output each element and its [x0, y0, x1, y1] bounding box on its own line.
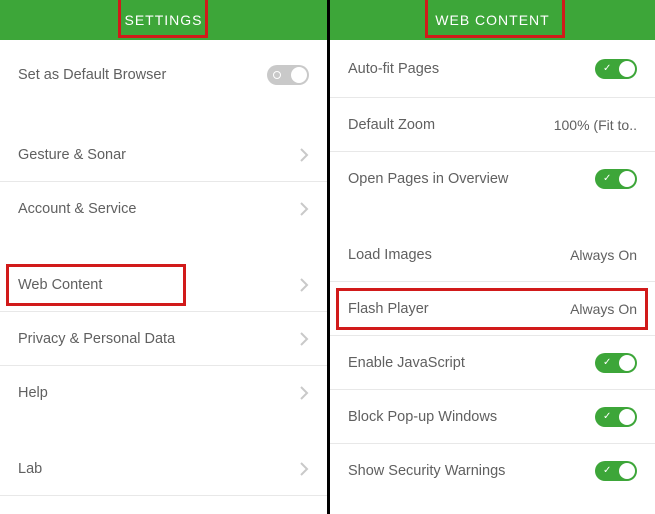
chevron-right-icon [299, 331, 309, 347]
row-load-images[interactable]: Load Images Always On [330, 228, 655, 282]
label-load-images: Load Images [348, 247, 432, 263]
toggle-knob [619, 355, 635, 371]
row-block-popups[interactable]: Block Pop-up Windows ✓ [330, 390, 655, 444]
check-icon: ✓ [603, 466, 611, 476]
label-account-service: Account & Service [18, 201, 136, 217]
row-web-content[interactable]: Web Content [0, 258, 327, 312]
label-web-content: Web Content [18, 277, 102, 293]
label-security-warnings: Show Security Warnings [348, 463, 505, 479]
chevron-right-icon [299, 147, 309, 163]
label-autofit: Auto-fit Pages [348, 61, 439, 77]
toggle-knob [619, 171, 635, 187]
settings-header: SETTINGS [0, 0, 327, 40]
row-account-service[interactable]: Account & Service [0, 182, 327, 236]
chevron-right-icon [299, 385, 309, 401]
row-lab[interactable]: Lab [0, 442, 327, 496]
toggle-knob [619, 409, 635, 425]
toggle-knob [619, 61, 635, 77]
check-icon: ✓ [603, 64, 611, 74]
label-enable-js: Enable JavaScript [348, 355, 465, 371]
check-icon: ✓ [603, 174, 611, 184]
row-flash-player[interactable]: Flash Player Always On [330, 282, 655, 336]
label-default-browser: Set as Default Browser [18, 67, 166, 83]
settings-pane: SETTINGS Set as Default Browser Gesture … [0, 0, 327, 514]
label-lab: Lab [18, 461, 42, 477]
label-open-overview: Open Pages in Overview [348, 171, 508, 187]
chevron-right-icon [299, 461, 309, 477]
settings-title: SETTINGS [124, 12, 202, 28]
dual-screenshot: SETTINGS Set as Default Browser Gesture … [0, 0, 655, 514]
toggle-open-overview[interactable]: ✓ [595, 169, 637, 189]
label-gesture-sonar: Gesture & Sonar [18, 147, 126, 163]
row-autofit[interactable]: Auto-fit Pages ✓ [330, 40, 655, 98]
label-default-zoom: Default Zoom [348, 117, 435, 133]
chevron-right-icon [299, 277, 309, 293]
label-flash-player: Flash Player [348, 301, 429, 317]
row-open-overview[interactable]: Open Pages in Overview ✓ [330, 152, 655, 206]
value-flash-player: Always On [570, 301, 637, 317]
toggle-enable-js[interactable]: ✓ [595, 353, 637, 373]
label-privacy: Privacy & Personal Data [18, 331, 175, 347]
row-gesture-sonar[interactable]: Gesture & Sonar [0, 128, 327, 182]
row-security-warnings[interactable]: Show Security Warnings ✓ [330, 444, 655, 498]
chevron-right-icon [299, 201, 309, 217]
settings-list: Set as Default Browser Gesture & Sonar A… [0, 40, 327, 514]
toggle-knob [619, 463, 635, 479]
web-content-title: WEB CONTENT [435, 12, 549, 28]
value-default-zoom: 100% (Fit to.. [554, 117, 637, 133]
label-block-popups: Block Pop-up Windows [348, 409, 497, 425]
toggle-off-indicator [273, 71, 281, 79]
label-help: Help [18, 385, 48, 401]
toggle-block-popups[interactable]: ✓ [595, 407, 637, 427]
toggle-security-warnings[interactable]: ✓ [595, 461, 637, 481]
web-content-header: WEB CONTENT [330, 0, 655, 40]
check-icon: ✓ [603, 358, 611, 368]
row-enable-js[interactable]: Enable JavaScript ✓ [330, 336, 655, 390]
toggle-autofit[interactable]: ✓ [595, 59, 637, 79]
row-default-zoom[interactable]: Default Zoom 100% (Fit to.. [330, 98, 655, 152]
row-help[interactable]: Help [0, 366, 327, 420]
row-privacy[interactable]: Privacy & Personal Data [0, 312, 327, 366]
web-content-list: Auto-fit Pages ✓ Default Zoom 100% (Fit … [330, 40, 655, 514]
toggle-knob [291, 67, 307, 83]
toggle-default-browser[interactable] [267, 65, 309, 85]
check-icon: ✓ [603, 412, 611, 422]
row-default-browser[interactable]: Set as Default Browser [0, 40, 327, 110]
web-content-pane: WEB CONTENT Auto-fit Pages ✓ Default Zoo… [330, 0, 655, 514]
value-load-images: Always On [570, 247, 637, 263]
